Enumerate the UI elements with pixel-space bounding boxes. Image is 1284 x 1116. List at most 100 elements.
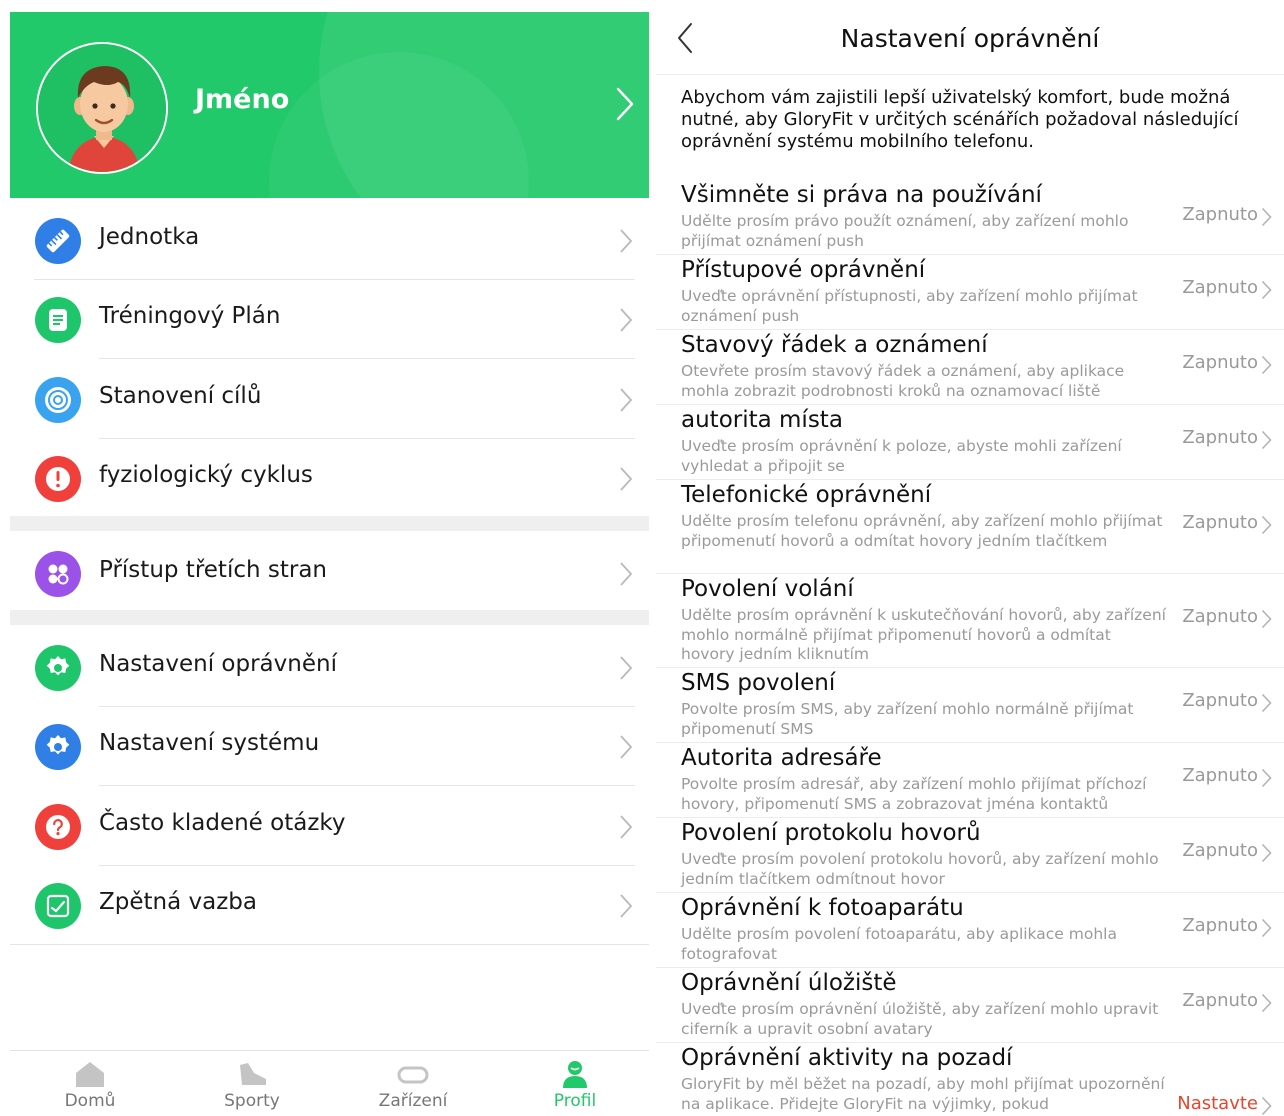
permission-status[interactable]: Zapnuto	[1182, 915, 1258, 936]
chevron-right-icon	[620, 562, 633, 586]
menu-item-label: fyziologický cyklus	[99, 462, 313, 488]
permission-row-location[interactable]: autorita místa Uveďte prosím oprávnění k …	[656, 405, 1284, 480]
chevron-right-icon	[620, 656, 633, 680]
menu-item-permission-settings[interactable]: Nastavení oprávnění	[10, 627, 649, 707]
chevron-right-icon	[620, 815, 633, 839]
permission-status[interactable]: Zapnuto	[1182, 690, 1258, 711]
section-gap	[10, 610, 649, 625]
permission-row-contacts[interactable]: Autorita adresáře Povolte prosím adresář,…	[656, 743, 1284, 818]
permission-title: Oprávnění k fotoaparátu	[681, 895, 964, 921]
chevron-right-icon	[620, 467, 633, 491]
permission-description: Uveďte oprávnění přístupnosti, aby zaříz…	[681, 287, 1138, 325]
menu-item-label: Často kladené otázky	[99, 810, 346, 836]
chevron-right-icon	[1261, 430, 1272, 450]
chevron-right-icon	[1261, 207, 1272, 227]
permission-title: SMS povolení	[681, 670, 836, 696]
permission-row-call-log[interactable]: Povolení protokolu hovorů Uveďte prosím p…	[656, 818, 1284, 893]
permission-status[interactable]: Zapnuto	[1182, 606, 1258, 627]
tab-label: Domů	[64, 1091, 116, 1111]
gear-icon	[35, 724, 81, 770]
divider	[656, 74, 1284, 75]
menu-item-label: Nastavení systému	[99, 730, 320, 756]
permission-row-accessibility[interactable]: Přístupové oprávnění Uveďte oprávnění pří…	[656, 255, 1284, 330]
gear-icon	[35, 645, 81, 691]
profile-header[interactable]: Jméno	[10, 12, 649, 198]
permission-status[interactable]: Zapnuto	[1182, 990, 1258, 1011]
apps-icon	[35, 551, 81, 597]
permission-status[interactable]: Zapnuto	[1182, 352, 1258, 373]
chevron-right-icon	[620, 308, 633, 332]
permission-title: Povolení protokolu hovorů	[681, 820, 981, 846]
watch-icon	[397, 1066, 429, 1084]
avatar[interactable]	[36, 42, 168, 174]
ruler-icon	[35, 218, 81, 264]
permission-title: Telefonické oprávnění	[681, 482, 932, 508]
chevron-right-icon	[620, 388, 633, 412]
tab-label: Zařízení	[378, 1091, 448, 1111]
menu-item-faq[interactable]: Často kladené otázky	[10, 786, 649, 866]
permission-description: Udělte prosím oprávnění k uskutečňování …	[681, 606, 1166, 663]
permission-description: Povolte prosím SMS, aby zařízení mohlo n…	[681, 700, 1134, 738]
home-icon	[76, 1062, 104, 1087]
tab-device[interactable]: Zařízení	[333, 1051, 493, 1116]
permission-row-calls[interactable]: Povolení volání Udělte prosím oprávnění k…	[656, 574, 1284, 668]
menu-item-feedback[interactable]: Zpětná vazba	[10, 865, 649, 945]
question-icon	[35, 804, 81, 850]
permission-status[interactable]: Zapnuto	[1182, 512, 1258, 533]
section-gap	[10, 516, 649, 531]
permission-row-phone[interactable]: Telefonické oprávnění Udělte prosím telef…	[656, 480, 1284, 574]
plan-icon	[35, 297, 81, 343]
permission-row-background-activity[interactable]: Oprávnění aktivity na pozadí GloryFit by …	[656, 1043, 1284, 1116]
menu-item-third-party-access[interactable]: Přístup třetích stran	[10, 533, 649, 613]
permission-row-status-bar-notifications[interactable]: Stavový řádek a oznámení Otevřete prosím …	[656, 330, 1284, 405]
permission-settings-screen: Nastavení oprávnění Abychom vám zajistil…	[656, 0, 1284, 1116]
permission-description: Udělte prosím telefonu oprávnění, aby za…	[681, 512, 1163, 550]
menu-item-label: Zpětná vazba	[99, 889, 257, 915]
permission-title: Stavový řádek a oznámení	[681, 332, 988, 358]
permission-status[interactable]: Nastavte	[1177, 1093, 1258, 1114]
permission-row-usage-access[interactable]: Všimněte si práva na používání Udělte pro…	[656, 180, 1284, 255]
profile-screen: Jméno Jednotka Tréningový Plán Stanovení…	[10, 12, 649, 1116]
chevron-right-icon	[1261, 993, 1272, 1013]
chevron-right-icon	[1261, 843, 1272, 863]
tab-profile[interactable]: Profil	[495, 1051, 649, 1116]
permission-status[interactable]: Zapnuto	[1182, 204, 1258, 225]
permission-status[interactable]: Zapnuto	[1182, 277, 1258, 298]
menu-item-physiological-cycle[interactable]: fyziologický cyklus	[10, 438, 649, 518]
profile-icon	[563, 1061, 587, 1088]
permission-description: GloryFit by měl běžet na pozadí, aby moh…	[681, 1075, 1165, 1113]
avatar-boy-icon	[38, 44, 166, 172]
target-icon	[35, 377, 81, 423]
chevron-right-icon	[620, 735, 633, 759]
chevron-right-icon	[620, 229, 633, 253]
permission-title: autorita místa	[681, 407, 843, 433]
permission-description: Udělte prosím právo použít oznámení, aby…	[681, 212, 1129, 250]
permission-title: Autorita adresáře	[681, 745, 882, 771]
chevron-right-icon	[1261, 355, 1272, 375]
permission-row-camera[interactable]: Oprávnění k fotoaparátu Udělte prosím pov…	[656, 893, 1284, 968]
menu-item-training-plan[interactable]: Tréningový Plán	[10, 279, 649, 359]
permission-row-sms[interactable]: SMS povolení Povolte prosím SMS, aby zaří…	[656, 668, 1284, 743]
menu-item-label: Jednotka	[99, 224, 200, 250]
permission-status[interactable]: Zapnuto	[1182, 840, 1258, 861]
permission-row-storage[interactable]: Oprávnění úložiště Uveďte prosím oprávněn…	[656, 968, 1284, 1043]
tab-home[interactable]: Domů	[10, 1051, 170, 1116]
permission-description: Uveďte prosím povolení protokolu hovorů,…	[681, 850, 1159, 888]
chevron-right-icon	[1261, 918, 1272, 938]
menu-item-unit[interactable]: Jednotka	[10, 200, 649, 280]
permission-status[interactable]: Zapnuto	[1182, 427, 1258, 448]
menu-item-label: Stanovení cílů	[99, 383, 262, 409]
permission-title: Povolení volání	[681, 576, 854, 602]
permission-title: Oprávnění aktivity na pozadí	[681, 1045, 1013, 1071]
permission-title: Oprávnění úložiště	[681, 970, 897, 996]
menu-item-label: Tréningový Plán	[99, 303, 281, 329]
tab-label: Profil	[553, 1091, 597, 1111]
menu-item-goals[interactable]: Stanovení cílů	[10, 359, 649, 439]
permission-title: Všimněte si práva na používání	[681, 182, 1042, 208]
menu-item-system-settings[interactable]: Nastavení systému	[10, 706, 649, 786]
feedback-icon	[35, 883, 81, 929]
chevron-right-icon[interactable]	[613, 84, 637, 124]
permission-description: Udělte prosím povolení fotoaparátu, aby …	[681, 925, 1117, 963]
tab-sports[interactable]: Sporty	[172, 1051, 332, 1116]
permission-status[interactable]: Zapnuto	[1182, 765, 1258, 786]
